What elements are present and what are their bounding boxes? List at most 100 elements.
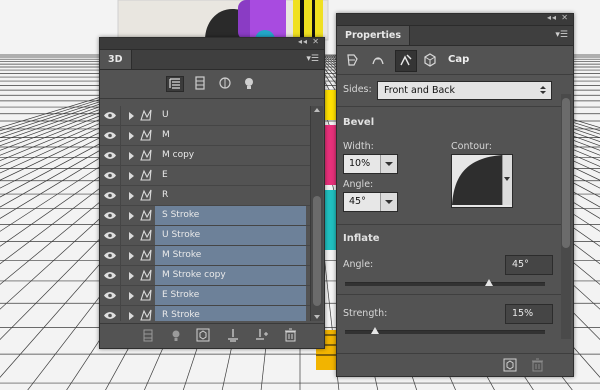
shape-icon: [139, 268, 153, 285]
visibility-eye-icon[interactable]: [100, 226, 121, 245]
layer-row[interactable]: E: [100, 166, 310, 186]
visibility-eye-icon[interactable]: [100, 166, 121, 185]
expand-arrow-icon[interactable]: [129, 252, 134, 260]
layer-row[interactable]: R: [100, 186, 310, 206]
shape-icon: [139, 248, 153, 265]
select-arrows-icon: [540, 86, 546, 94]
inflate-angle-field[interactable]: 45°: [505, 255, 553, 275]
render-icon[interactable]: [142, 329, 154, 342]
expand-arrow-icon[interactable]: [129, 152, 134, 160]
layer-row[interactable]: E Stroke: [100, 286, 310, 306]
layer-name: E: [162, 170, 168, 180]
scrollbar-thumb[interactable]: [562, 98, 570, 248]
panel-menu-icon[interactable]: ▾☰: [555, 30, 568, 40]
divider: [337, 294, 561, 295]
visibility-eye-icon[interactable]: [100, 246, 121, 265]
expand-arrow-icon[interactable]: [129, 132, 134, 140]
divider: [337, 224, 561, 225]
properties-scrollbar[interactable]: [561, 94, 571, 339]
deform-icon[interactable]: [371, 53, 385, 67]
expand-arrow-icon[interactable]: [129, 212, 134, 220]
layer-row[interactable]: R Stroke: [100, 306, 310, 321]
slider-knob[interactable]: [371, 327, 379, 334]
close-icon[interactable]: ✕: [312, 37, 320, 46]
sides-select[interactable]: Front and Back: [377, 81, 552, 100]
expand-arrow-icon[interactable]: [129, 292, 134, 300]
panel-menu-icon[interactable]: ▾☰: [306, 54, 319, 64]
close-icon[interactable]: ✕: [561, 13, 569, 22]
tab-properties[interactable]: Properties: [337, 26, 410, 45]
divider: [337, 106, 561, 107]
visibility-eye-icon[interactable]: [100, 266, 121, 285]
visibility-eye-icon[interactable]: [100, 186, 121, 205]
shape-icon: [139, 168, 153, 185]
layer-row[interactable]: M Stroke: [100, 246, 310, 266]
bevel-width-field[interactable]: 10%: [343, 154, 398, 174]
ground-icon[interactable]: [226, 328, 240, 342]
layer-row[interactable]: S Stroke: [100, 206, 310, 226]
mesh-filter-icon[interactable]: [192, 76, 210, 92]
dropdown-arrow-icon[interactable]: [380, 193, 397, 211]
layer-name: M Stroke: [155, 246, 306, 265]
scrollbar-thumb[interactable]: [313, 196, 321, 306]
layer-row[interactable]: M Stroke copy: [100, 266, 310, 286]
layer-name: R: [162, 190, 169, 200]
tab-3d[interactable]: 3D: [100, 50, 132, 69]
properties-tabbar: Properties ▾☰: [337, 26, 573, 46]
scene-filter-icon[interactable]: [166, 76, 184, 92]
cap-icon[interactable]: [395, 50, 417, 72]
collapse-icon[interactable]: ◂◂: [547, 13, 557, 22]
properties-panel-header: ◂◂ ✕: [337, 13, 573, 26]
delete-icon[interactable]: [531, 358, 544, 372]
inflate-strength-slider[interactable]: [345, 327, 545, 334]
expand-arrow-icon[interactable]: [129, 232, 134, 240]
expand-arrow-icon[interactable]: [129, 312, 134, 320]
visibility-eye-icon[interactable]: [100, 206, 121, 225]
section-title: Cap: [448, 54, 470, 65]
layer-row[interactable]: M copy: [100, 146, 310, 166]
expand-arrow-icon[interactable]: [129, 172, 134, 180]
layer-name: R Stroke: [155, 306, 306, 321]
contour-dropdown-icon[interactable]: [502, 155, 512, 205]
delete-icon[interactable]: [284, 328, 297, 342]
inflate-angle-slider[interactable]: [345, 279, 545, 286]
layer-list-scrollbar[interactable]: [310, 106, 323, 321]
mesh-icon[interactable]: [345, 53, 359, 67]
visibility-eye-icon[interactable]: [100, 106, 121, 125]
shape-icon: [139, 128, 153, 145]
expand-arrow-icon[interactable]: [129, 112, 134, 120]
layer-row[interactable]: U Stroke: [100, 226, 310, 246]
inflate-strength-field[interactable]: 15%: [505, 304, 553, 324]
render-button-icon[interactable]: [503, 358, 517, 372]
properties-mode-toolbar: Cap: [337, 46, 573, 75]
scroll-down-icon[interactable]: [314, 315, 320, 319]
visibility-eye-icon[interactable]: [100, 306, 121, 321]
layer-name: U Stroke: [155, 226, 306, 245]
contour-label: Contour:: [451, 141, 492, 152]
layer-row[interactable]: M: [100, 126, 310, 146]
expand-arrow-icon[interactable]: [129, 272, 134, 280]
collapse-icon[interactable]: ◂◂: [298, 37, 308, 46]
bevel-title: Bevel: [343, 117, 375, 128]
layer-name: M Stroke copy: [155, 266, 306, 285]
layer-name: E Stroke: [155, 286, 306, 305]
shape-icon: [139, 208, 153, 225]
contour-picker[interactable]: [451, 154, 513, 208]
bevel-angle-field[interactable]: 45°: [343, 192, 398, 212]
dropdown-arrow-icon[interactable]: [380, 155, 397, 173]
add-light-icon[interactable]: [170, 329, 182, 342]
slider-knob[interactable]: [485, 279, 493, 286]
visibility-eye-icon[interactable]: [100, 146, 121, 165]
layer-row[interactable]: U: [100, 106, 310, 126]
render-button-icon[interactable]: [196, 328, 210, 342]
coordinates-icon[interactable]: [423, 53, 437, 67]
light-filter-icon[interactable]: [241, 76, 259, 92]
3d-filter-toolbar: [100, 70, 324, 99]
visibility-eye-icon[interactable]: [100, 126, 121, 145]
new-light-icon[interactable]: [254, 328, 268, 342]
layer-name: S Stroke: [155, 206, 306, 225]
material-filter-icon[interactable]: [217, 76, 235, 92]
visibility-eye-icon[interactable]: [100, 286, 121, 305]
expand-arrow-icon[interactable]: [129, 192, 134, 200]
scroll-up-icon[interactable]: [314, 108, 320, 112]
